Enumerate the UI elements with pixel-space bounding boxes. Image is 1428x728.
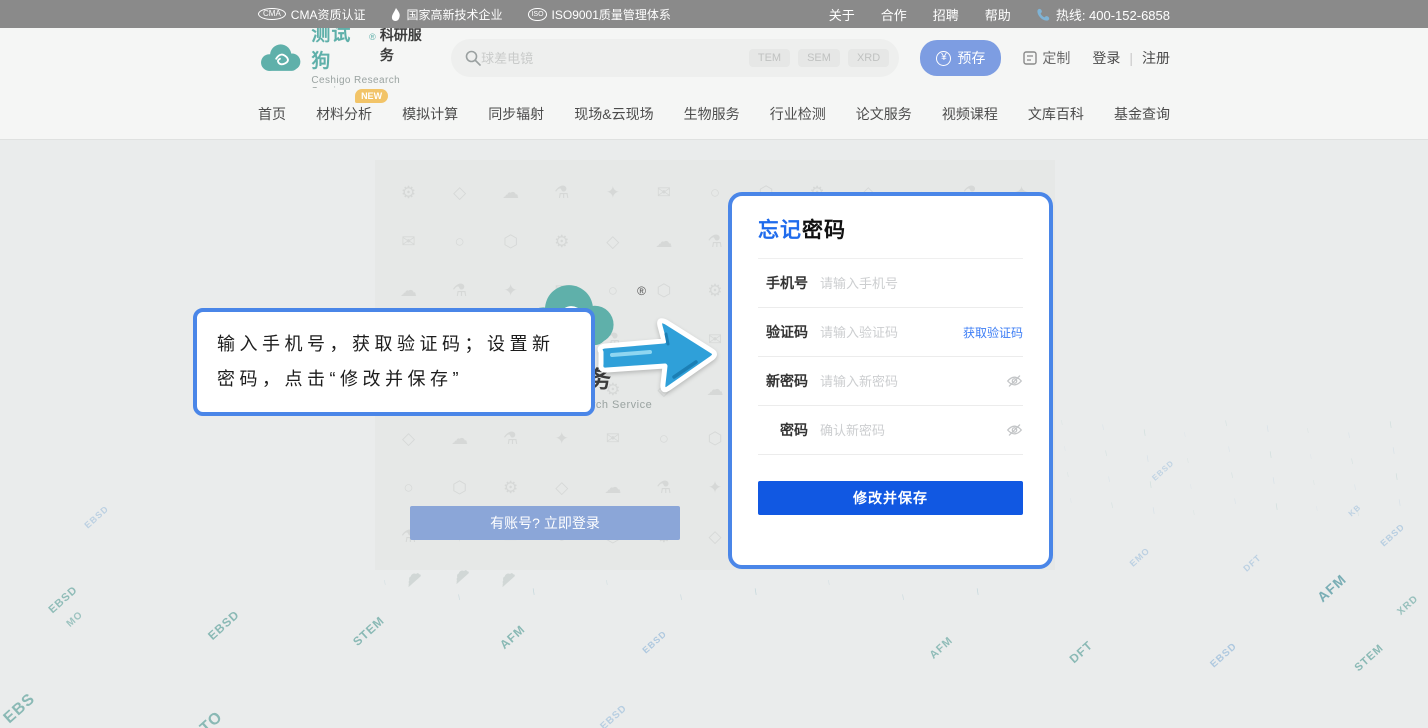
cma-badge: CMA CMA资质认证 xyxy=(258,6,365,23)
search-tag-sem[interactable]: SEM xyxy=(798,49,840,67)
tutorial-arrow-icon xyxy=(596,308,720,402)
register-link[interactable]: 注册 xyxy=(1142,48,1170,68)
main-nav: 首页 材料分析 NEW 模拟计算 同步辐射 现场&云现场 生物服务 行业检测 论… xyxy=(0,88,1428,140)
hotline-number: 热线: 400-152-6858 xyxy=(1056,5,1170,24)
phone-label: 手机号 xyxy=(758,273,808,293)
page: EBSDMOEBSDSTEMAFMEBSDAFMDFTEBSDSTEMAFMEB… xyxy=(0,0,1428,728)
eye-off-icon[interactable] xyxy=(1006,423,1023,437)
panel-title-highlight: 忘记 xyxy=(758,219,802,242)
topbar-link-about[interactable]: 关于 xyxy=(829,5,855,24)
ceshigo-cloud-icon xyxy=(258,40,303,76)
get-code-link[interactable]: 获取验证码 xyxy=(963,324,1023,341)
site-logo[interactable]: 测试狗 ® 科研服务 Ceshigo Research Service xyxy=(258,19,430,97)
custom-label: 定制 xyxy=(1042,48,1070,68)
card-logo-registered-mark: ® xyxy=(637,284,646,298)
nav-item-onsite[interactable]: 现场&云现场 xyxy=(574,104,653,124)
nav-item-wiki[interactable]: 文库百科 xyxy=(1028,104,1084,124)
nav-item-material-analysis[interactable]: 材料分析 NEW xyxy=(316,104,372,124)
save-password-button[interactable]: 修改并保存 xyxy=(758,481,1023,515)
nav-item-synchrotron[interactable]: 同步辐射 xyxy=(488,104,544,124)
new-password-row: 新密码 xyxy=(758,357,1023,406)
nav-item-material-analysis-label: 材料分析 xyxy=(316,106,372,122)
prepay-button[interactable]: ¥ 预存 xyxy=(920,40,1001,76)
iso-badge: ISO ISO9001质量管理体系 xyxy=(528,6,670,23)
nav-item-simulation[interactable]: 模拟计算 xyxy=(402,104,458,124)
hitech-badge-label: 国家高新技术企业 xyxy=(406,6,502,23)
forgot-password-panel: 忘记密码 手机号 验证码 获取验证码 新密码 密码 修改并保存 xyxy=(728,192,1053,569)
code-input[interactable] xyxy=(820,325,963,340)
topbar-link-cooperate[interactable]: 合作 xyxy=(881,5,907,24)
topbar-certifications: CMA CMA资质认证 国家高新技术企业 ISO ISO9001质量管理体系 xyxy=(258,6,671,23)
search-tag-tem[interactable]: TEM xyxy=(749,49,790,67)
confirm-password-input[interactable] xyxy=(820,423,1006,438)
eye-off-icon[interactable] xyxy=(1006,374,1023,388)
search-input[interactable] xyxy=(481,51,741,66)
logo-suffix: 科研服务 xyxy=(380,25,430,65)
tutorial-text: 输入手机号，获取验证码；设置新密码，点击“修改并保存” xyxy=(217,334,555,389)
search-icon xyxy=(465,50,481,66)
new-password-input[interactable] xyxy=(820,374,1006,389)
yuan-circle-icon: ¥ xyxy=(936,51,951,66)
nav-item-industry-testing[interactable]: 行业检测 xyxy=(770,104,826,124)
nav-item-home[interactable]: 首页 xyxy=(258,104,286,124)
hitech-flame-icon xyxy=(391,8,401,21)
nav-item-paper-service[interactable]: 论文服务 xyxy=(856,104,912,124)
topbar: CMA CMA资质认证 国家高新技术企业 ISO ISO9001质量管理体系 关… xyxy=(0,0,1428,28)
phone-input[interactable] xyxy=(820,276,1023,291)
nav-item-video-course[interactable]: 视频课程 xyxy=(942,104,998,124)
search-bar[interactable]: TEM SEM XRD xyxy=(451,39,899,77)
login-link[interactable]: 登录 xyxy=(1092,48,1120,68)
code-row: 验证码 获取验证码 xyxy=(758,308,1023,357)
hotline: 热线: 400-152-6858 xyxy=(1037,5,1170,24)
nav-item-fund-query[interactable]: 基金查询 xyxy=(1114,104,1170,124)
confirm-password-row: 密码 xyxy=(758,406,1023,455)
topbar-link-help[interactable]: 帮助 xyxy=(985,5,1011,24)
iso-badge-label: ISO9001质量管理体系 xyxy=(552,6,671,23)
code-label: 验证码 xyxy=(758,322,808,342)
tutorial-callout: 输入手机号，获取验证码；设置新密码，点击“修改并保存” xyxy=(193,308,595,416)
search-tag-xrd[interactable]: XRD xyxy=(848,49,889,67)
phone-row: 手机号 xyxy=(758,259,1023,308)
panel-title-rest: 密码 xyxy=(802,219,846,242)
new-badge: NEW xyxy=(355,89,388,103)
logo-registered-mark: ® xyxy=(369,32,376,42)
confirm-password-label: 密码 xyxy=(758,420,808,440)
login-register-divider: | xyxy=(1129,50,1133,66)
new-password-label: 新密码 xyxy=(758,371,808,391)
phone-icon xyxy=(1037,8,1050,21)
panel-title: 忘记密码 xyxy=(758,214,1023,244)
custom-form-icon xyxy=(1023,51,1037,65)
cma-oval-icon: CMA xyxy=(258,8,286,20)
go-login-button[interactable]: 有账号? 立即登录 xyxy=(410,506,680,540)
header: 测试狗 ® 科研服务 Ceshigo Research Service TEM … xyxy=(0,28,1428,88)
iso-circle-icon: ISO xyxy=(528,8,546,21)
prepay-label: 预存 xyxy=(957,48,985,68)
nav-item-bio-service[interactable]: 生物服务 xyxy=(684,104,740,124)
hitech-badge: 国家高新技术企业 xyxy=(391,6,502,23)
topbar-link-recruit[interactable]: 招聘 xyxy=(933,5,959,24)
custom-order-button[interactable]: 定制 xyxy=(1023,48,1070,68)
cma-badge-label: CMA资质认证 xyxy=(291,6,366,23)
